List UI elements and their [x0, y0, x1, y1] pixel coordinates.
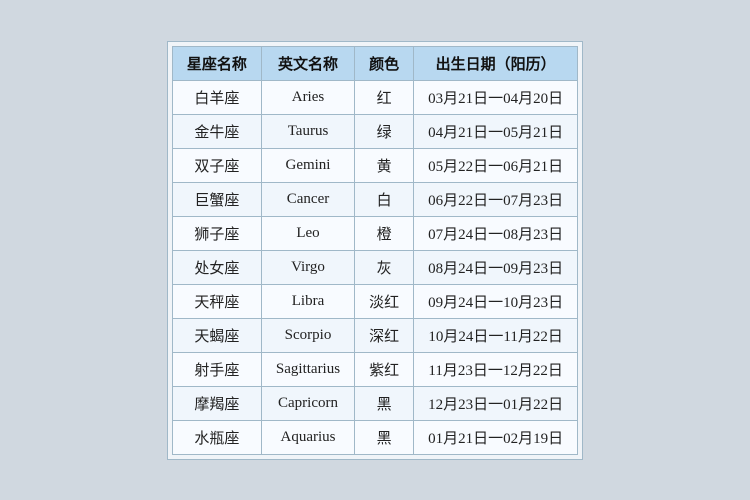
table-cell: 04月21日一05月21日 — [414, 114, 578, 148]
table-header-cell: 星座名称 — [172, 46, 261, 80]
table-cell: 橙 — [355, 216, 414, 250]
table-cell: Scorpio — [261, 318, 354, 352]
table-row: 双子座Gemini黄05月22日一06月21日 — [172, 148, 577, 182]
table-cell: 水瓶座 — [172, 420, 261, 454]
table-cell: 双子座 — [172, 148, 261, 182]
table-cell: 深红 — [355, 318, 414, 352]
table-cell: Cancer — [261, 182, 354, 216]
table-header-cell: 英文名称 — [261, 46, 354, 80]
table-cell: 白羊座 — [172, 80, 261, 114]
table-cell: 天秤座 — [172, 284, 261, 318]
table-cell: 红 — [355, 80, 414, 114]
table-cell: 09月24日一10月23日 — [414, 284, 578, 318]
table-row: 水瓶座Aquarius黑01月21日一02月19日 — [172, 420, 577, 454]
zodiac-table: 星座名称英文名称颜色出生日期（阳历） 白羊座Aries红03月21日一04月20… — [172, 46, 578, 455]
table-header-cell: 出生日期（阳历） — [414, 46, 578, 80]
table-cell: 绿 — [355, 114, 414, 148]
table-cell: 射手座 — [172, 352, 261, 386]
table-cell: 黑 — [355, 386, 414, 420]
table-cell: 灰 — [355, 250, 414, 284]
table-cell: Virgo — [261, 250, 354, 284]
table-cell: 12月23日一01月22日 — [414, 386, 578, 420]
table-body: 白羊座Aries红03月21日一04月20日金牛座Taurus绿04月21日一0… — [172, 80, 577, 454]
table-cell: 巨蟹座 — [172, 182, 261, 216]
table-row: 巨蟹座Cancer白06月22日一07月23日 — [172, 182, 577, 216]
table-cell: 03月21日一04月20日 — [414, 80, 578, 114]
table-cell: 05月22日一06月21日 — [414, 148, 578, 182]
table-row: 摩羯座Capricorn黑12月23日一01月22日 — [172, 386, 577, 420]
table-cell: Sagittarius — [261, 352, 354, 386]
table-row: 白羊座Aries红03月21日一04月20日 — [172, 80, 577, 114]
table-cell: 08月24日一09月23日 — [414, 250, 578, 284]
table-cell: 处女座 — [172, 250, 261, 284]
table-cell: 11月23日一12月22日 — [414, 352, 578, 386]
zodiac-table-wrapper: 星座名称英文名称颜色出生日期（阳历） 白羊座Aries红03月21日一04月20… — [167, 41, 583, 460]
table-row: 金牛座Taurus绿04月21日一05月21日 — [172, 114, 577, 148]
table-cell: 01月21日一02月19日 — [414, 420, 578, 454]
table-row: 处女座Virgo灰08月24日一09月23日 — [172, 250, 577, 284]
table-cell: 紫红 — [355, 352, 414, 386]
table-cell: 黑 — [355, 420, 414, 454]
table-cell: Gemini — [261, 148, 354, 182]
table-cell: Libra — [261, 284, 354, 318]
table-cell: Capricorn — [261, 386, 354, 420]
table-cell: 06月22日一07月23日 — [414, 182, 578, 216]
table-cell: Aquarius — [261, 420, 354, 454]
table-header-cell: 颜色 — [355, 46, 414, 80]
table-cell: 白 — [355, 182, 414, 216]
table-row: 狮子座Leo橙07月24日一08月23日 — [172, 216, 577, 250]
table-cell: 07月24日一08月23日 — [414, 216, 578, 250]
table-cell: Leo — [261, 216, 354, 250]
table-cell: 淡红 — [355, 284, 414, 318]
table-cell: 天蝎座 — [172, 318, 261, 352]
table-row: 天秤座Libra淡红09月24日一10月23日 — [172, 284, 577, 318]
table-cell: Taurus — [261, 114, 354, 148]
table-cell: 10月24日一11月22日 — [414, 318, 578, 352]
table-row: 天蝎座Scorpio深红10月24日一11月22日 — [172, 318, 577, 352]
table-header-row: 星座名称英文名称颜色出生日期（阳历） — [172, 46, 577, 80]
table-cell: 金牛座 — [172, 114, 261, 148]
table-cell: 黄 — [355, 148, 414, 182]
table-cell: Aries — [261, 80, 354, 114]
table-cell: 狮子座 — [172, 216, 261, 250]
table-cell: 摩羯座 — [172, 386, 261, 420]
table-row: 射手座Sagittarius紫红11月23日一12月22日 — [172, 352, 577, 386]
